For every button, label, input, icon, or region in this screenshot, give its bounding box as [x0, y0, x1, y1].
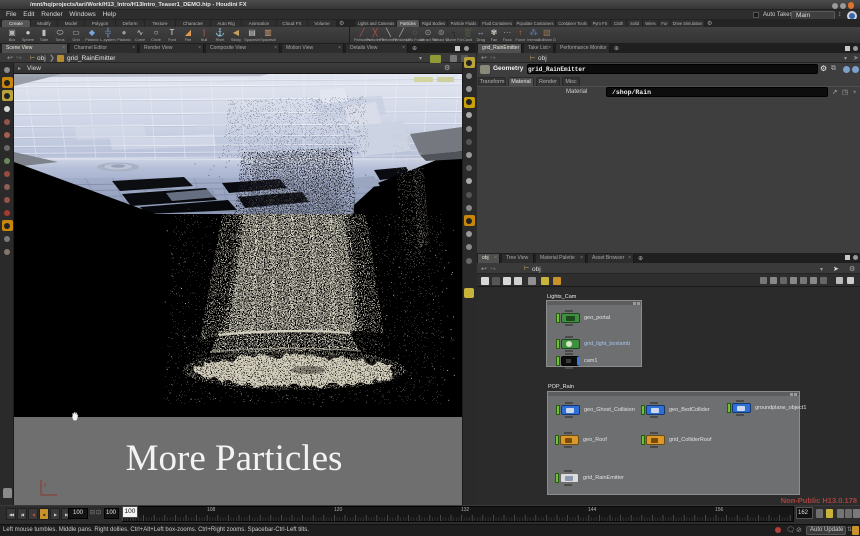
svg-text:y: y — [44, 482, 47, 488]
